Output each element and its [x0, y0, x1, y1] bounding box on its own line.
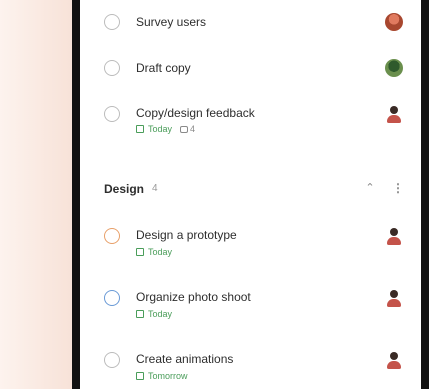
task-complete-checkbox[interactable]: [104, 290, 120, 306]
task-meta: Tomorrow: [136, 371, 188, 381]
task-complete-checkbox[interactable]: [104, 106, 120, 122]
task-title: Survey users: [136, 15, 207, 29]
task-title: Design a prototype: [136, 228, 237, 242]
task-complete-checkbox[interactable]: [104, 14, 120, 30]
task-meta: Today: [136, 247, 172, 257]
assignee-avatar[interactable]: [385, 227, 403, 245]
assignee-avatar[interactable]: [385, 105, 403, 123]
comment-count: 4: [180, 124, 195, 134]
section-task-count: 4: [152, 183, 158, 194]
background-left: [0, 0, 72, 389]
task-row[interactable]: Create animations Tomorrow: [80, 344, 421, 389]
calendar-icon: [136, 372, 144, 380]
task-meta: Today: [136, 309, 172, 319]
task-meta: Today 4: [136, 124, 195, 134]
calendar-icon: [136, 125, 144, 133]
task-row[interactable]: Organize photo shoot Today: [80, 282, 421, 334]
due-date: Today: [148, 124, 173, 134]
task-title: Create animations: [136, 352, 234, 366]
section-title: Design: [104, 182, 145, 196]
assignee-avatar[interactable]: [385, 289, 403, 307]
calendar-icon: [136, 310, 144, 318]
chevron-up-icon[interactable]: ⌃: [362, 180, 378, 196]
device-bezel-right: [421, 0, 429, 389]
due-date: Tomorrow: [148, 371, 188, 381]
task-title: Copy/design feedback: [136, 106, 255, 120]
task-title: Draft copy: [136, 61, 191, 75]
task-complete-checkbox[interactable]: [104, 352, 120, 368]
task-list-screen: Survey users Draft copy Copy/design feed…: [80, 0, 421, 389]
task-row[interactable]: Draft copy: [80, 48, 421, 100]
device-bezel-left: [72, 0, 80, 389]
task-row[interactable]: Survey users: [80, 0, 421, 52]
task-complete-checkbox[interactable]: [104, 60, 120, 76]
due-date: Today: [148, 309, 173, 319]
task-complete-checkbox[interactable]: [104, 228, 120, 244]
task-row[interactable]: Design a prototype Today: [80, 220, 421, 272]
assignee-avatar[interactable]: [385, 13, 403, 31]
comment-icon: [180, 125, 189, 133]
more-vertical-icon[interactable]: ⋮: [392, 180, 404, 196]
assignee-avatar[interactable]: [385, 59, 403, 77]
section-header[interactable]: Design 4 ⌃ ⋮: [80, 174, 421, 202]
task-title: Organize photo shoot: [136, 290, 251, 304]
due-date: Today: [148, 247, 173, 257]
calendar-icon: [136, 248, 144, 256]
assignee-avatar[interactable]: [385, 351, 403, 369]
task-row[interactable]: Copy/design feedback Today 4: [80, 98, 421, 150]
comment-count-value: 4: [190, 124, 196, 134]
